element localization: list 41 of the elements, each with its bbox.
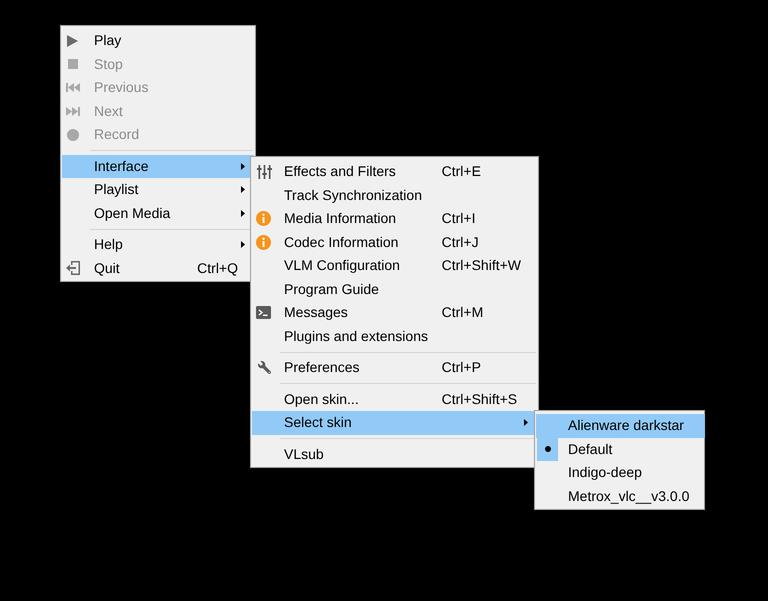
sliders-icon (257, 164, 272, 179)
menu-item[interactable]: Media Information Ctrl+I (252, 207, 537, 230)
menu-item[interactable]: Program Guide (252, 278, 537, 301)
menu-item[interactable]: Select skin (252, 411, 537, 434)
shortcut-label: Ctrl+Shift+S (440, 390, 518, 409)
menu-item[interactable]: Alienware darkstar (536, 414, 706, 438)
menu-item[interactable]: Playlist (62, 178, 254, 202)
menu-item[interactable]: Messages Ctrl+M (252, 301, 537, 324)
menu-item[interactable]: VLsub (252, 442, 537, 466)
play-icon (67, 34, 78, 47)
skip-back-icon (66, 83, 80, 92)
record-icon (67, 128, 79, 141)
menu-item[interactable]: Default (536, 438, 706, 461)
shortcut-label: Ctrl+M (440, 303, 484, 322)
menu-item[interactable]: Metrox_vlc__v3.0.0 (536, 484, 706, 508)
shortcut-label: Ctrl+I (440, 209, 476, 228)
info-icon (256, 211, 271, 226)
menu-item[interactable]: Play (62, 29, 254, 52)
menu-item[interactable]: Codec Information Ctrl+J (252, 230, 537, 254)
menu-item[interactable]: Help (62, 233, 254, 256)
shortcut-label: Ctrl+J (440, 232, 480, 252)
menu-item[interactable]: Plugins and extensions (252, 324, 537, 348)
shortcut-label: Ctrl+Q (196, 258, 238, 278)
exit-icon (65, 260, 81, 276)
wrench-icon (258, 361, 271, 374)
shortcut-label: Ctrl+P (440, 358, 482, 378)
shortcut-label: Ctrl+Shift+W (440, 256, 521, 276)
menu-item[interactable]: Open Media (62, 202, 254, 225)
menu-item[interactable]: Indigo-deep (536, 461, 706, 484)
menu-item[interactable]: Open skin... Ctrl+Shift+S (252, 388, 537, 411)
menu-item[interactable]: Preferences Ctrl+P (252, 356, 537, 380)
shortcut-label: Ctrl+E (440, 162, 482, 182)
menu-item[interactable]: Interface (62, 154, 254, 178)
terminal-icon (256, 306, 271, 320)
menu-item[interactable]: Effects and Filters Ctrl+E (252, 160, 537, 184)
menu-item[interactable]: Track Synchronization (252, 184, 537, 207)
menu-item[interactable]: VLM Configuration Ctrl+Shift+W (252, 254, 537, 278)
menu-item[interactable]: Quit Ctrl+Q (62, 256, 254, 280)
stop-icon (68, 59, 78, 70)
info-icon (256, 234, 271, 250)
skip-forward-icon (66, 106, 80, 116)
